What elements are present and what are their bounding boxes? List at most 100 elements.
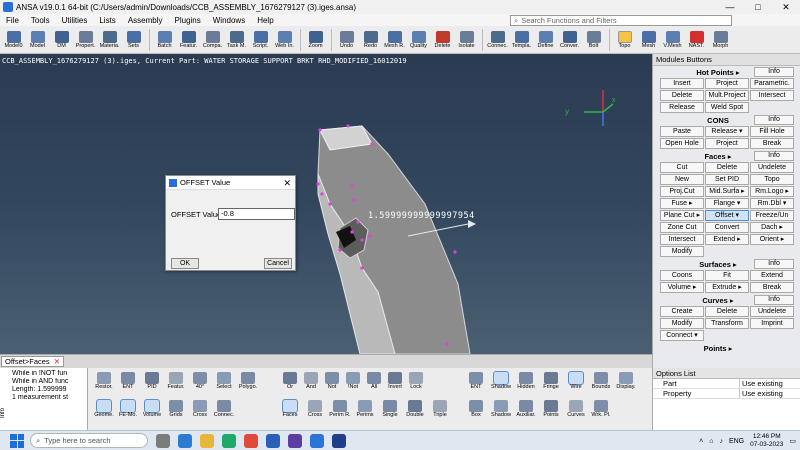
lower-curves-button[interactable]: Curves [564,400,588,418]
module-button[interactable]: Zone Cut [660,222,704,233]
lower-hidden-button[interactable]: Hidden [514,372,538,390]
toolbar-zoom-button[interactable]: Zoom [304,30,327,49]
module-button[interactable]: Extend [750,270,794,281]
toolbar-dm-button[interactable]: DM [50,30,73,49]
group-header[interactable]: Hot Points ▸ Info [653,66,800,78]
toolbar-sets-button[interactable]: Sets [122,30,145,49]
lower-perim-r-button[interactable]: Perim R. [328,400,352,418]
lower-ent2-button[interactable]: ENT [464,372,488,390]
group-header[interactable]: Faces ▸ Info [653,150,800,162]
module-button[interactable]: Extrude ▸ [705,282,749,293]
module-button[interactable]: Break [750,138,794,149]
toolbar-redo-button[interactable]: Redo [359,30,382,49]
group-header[interactable]: Surfaces ▸ Info [653,258,800,270]
toolbar-convert-button[interactable]: Conver. [558,30,581,49]
lower-triple-button[interactable]: Triple [428,400,452,418]
group-header[interactable]: Points ▸ [653,342,800,354]
module-button[interactable]: Parametric. [750,78,794,89]
lower-volume-button[interactable]: Volume [140,399,164,418]
minimize-button[interactable]: — [716,2,744,12]
module-button[interactable]: Create [660,306,704,317]
close-button[interactable]: ✕ [772,2,800,13]
module-button[interactable]: Project [705,138,749,149]
module-button[interactable]: Undelete [750,162,794,173]
lower-wire-button[interactable]: Wire [564,371,588,390]
menu-plugins[interactable]: Plugins [169,16,207,25]
toolbar-batch-button[interactable]: Batch [153,30,176,49]
language-indicator[interactable]: ENG [729,438,744,445]
module-button[interactable]: Weld Spot [705,102,749,113]
maximize-button[interactable]: □ [744,2,772,12]
taskbar-search-input[interactable]: ⌕ Type here to search [30,433,148,448]
toolbar-undo-button[interactable]: Undo [335,30,358,49]
toolbar-quality-button[interactable]: Quality [407,30,430,49]
menu-file[interactable]: File [0,16,25,25]
weather-app-icon[interactable] [178,433,192,448]
function-search-input[interactable]: ⌕ Search Functions and Filters [510,15,732,26]
lower-cross-button[interactable]: Cross [188,400,212,418]
option-row-property[interactable]: Property Use existing [653,389,800,399]
lower-double-button[interactable]: Double [403,400,427,418]
module-button[interactable]: Plane Cut ▸ [660,210,704,221]
outlook-icon[interactable] [266,433,280,448]
toolbar-mesh-button[interactable]: Mesh [637,30,660,49]
lower-fe-model-button[interactable]: FE-Mo. [116,399,140,418]
toolbar-templates-button[interactable]: Templa. [510,30,533,49]
module-button[interactable]: Imprint [750,318,794,329]
module-button[interactable]: Proj.Cut [660,186,704,197]
module-button[interactable]: Break [750,282,794,293]
toolbar-compare-button[interactable]: Compa. [201,30,224,49]
module-button[interactable]: Topo [750,174,794,185]
lower-shadow2-button[interactable]: Shadow [489,400,513,418]
lower-pid-button[interactable]: PID [140,372,164,390]
network-icon[interactable]: ⌂ [709,438,713,445]
lower-connec-button[interactable]: Connec. [212,400,236,418]
dialog-close-icon[interactable]: ✕ [283,178,291,189]
lower-display-button[interactable]: Display. [614,372,638,390]
cancel-button[interactable]: Cancel [264,258,292,269]
lower-restore-button[interactable]: Restor. [92,372,116,390]
toolbar-nastran-button[interactable]: NAST. [685,30,708,49]
toolbar-delete-button[interactable]: Delete [431,30,454,49]
module-button[interactable]: Cut [660,162,704,173]
lower-single-button[interactable]: Single [378,400,402,418]
toolbar-connections-button[interactable]: Connec. [486,30,509,49]
module-button[interactable]: Fuse ▸ [660,198,704,209]
module-button[interactable]: Delete [660,90,704,101]
toolbar-web-info-button[interactable]: Web In. [273,30,296,49]
toolbar-script-button[interactable]: Script. [249,30,272,49]
module-button[interactable]: Volume ▸ [660,282,704,293]
group-info-button[interactable]: Info [754,151,794,161]
option-value[interactable]: Use existing [739,379,800,388]
module-button[interactable]: Coons [660,270,704,281]
lower-polygon-button[interactable]: Polygo. [236,372,260,390]
module-button[interactable]: Mid.Surfa ▸ [705,186,749,197]
clock[interactable]: 12:46 PM 07-03-2023 [750,433,783,449]
toolbar-vmesh-button[interactable]: V.Mesh [661,30,684,49]
lower-cross2-button[interactable]: Cross [303,400,327,418]
toolbar-topo-button[interactable]: Topo [613,30,636,49]
toolbar-properties-button[interactable]: Propert. [74,30,97,49]
menu-tools[interactable]: Tools [25,16,56,25]
module-button[interactable]: Release [660,102,704,113]
lower-lock-button[interactable]: Lock [404,372,428,390]
module-button[interactable]: Project [705,78,749,89]
info-side-tab[interactable]: Info [0,408,10,418]
tab-close-icon[interactable]: ✕ [54,357,60,366]
toolbar-model0-button[interactable]: Model0 [2,30,25,49]
word-icon[interactable] [310,433,324,448]
module-button[interactable]: Mult.Project [705,90,749,101]
option-row-part[interactable]: Part Use existing [653,379,800,389]
module-button[interactable]: Orient ▸ [750,234,794,245]
lower-geometry-button[interactable]: Geome. [92,399,116,418]
module-button[interactable]: Release ▾ [705,126,749,137]
graphics-viewport[interactable]: y x CCB_ASSEMBLY_1676279127 (3).iges, Cu… [0,54,652,354]
module-button[interactable]: Fit [705,270,749,281]
offset-value-input[interactable]: -0.8 [218,208,295,220]
module-button[interactable]: Modify [660,318,704,329]
module-button[interactable]: Paste [660,126,704,137]
menu-help[interactable]: Help [251,16,279,25]
module-button[interactable]: Intersect [660,234,704,245]
tray-chevron-icon[interactable]: ˄ [699,438,703,445]
lower-feature-angle-button[interactable]: Featur. [164,372,188,390]
